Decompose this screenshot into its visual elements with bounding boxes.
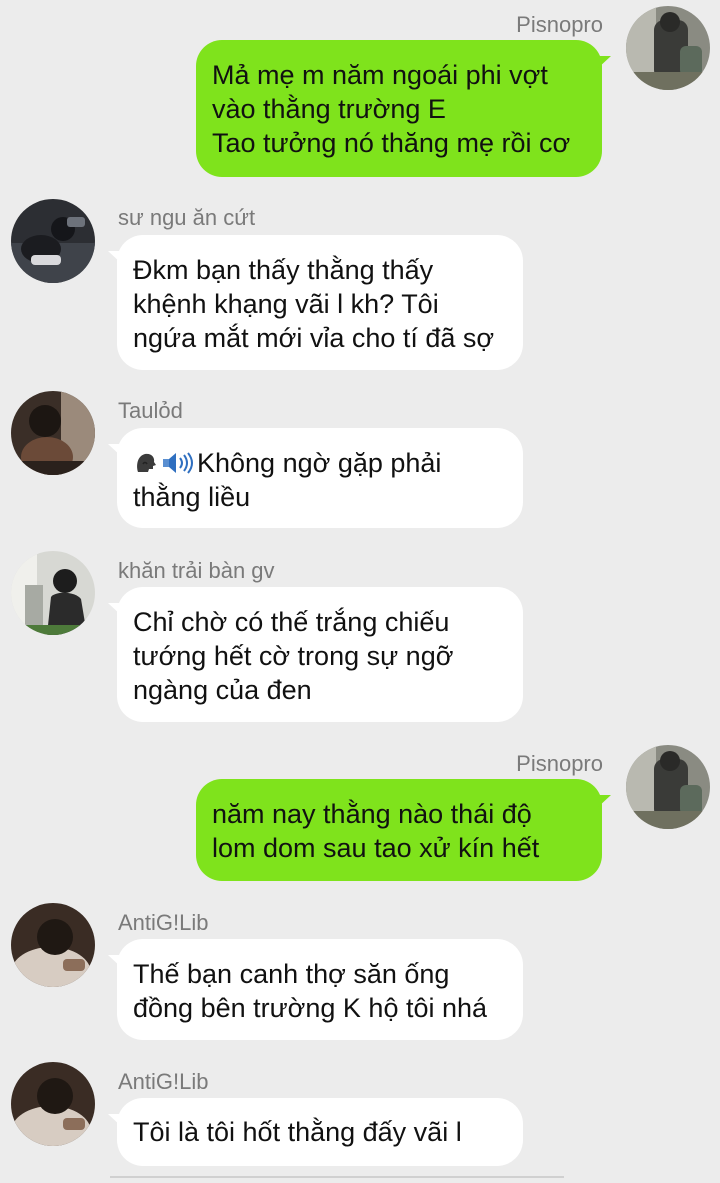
- message-text: Tao tưởng nó thăng mẹ rồi cơ: [212, 128, 571, 158]
- voice-icons: [133, 450, 195, 476]
- avatar-su-ngu-an-cut[interactable]: [11, 199, 95, 283]
- sender-name: sư ngu ăn cứt: [118, 205, 256, 230]
- avatar-antiglib[interactable]: [11, 903, 95, 987]
- message-text: ngàng của đen: [133, 675, 312, 705]
- message-text: Không ngờ gặp phải: [197, 448, 442, 478]
- message-text: Tôi là tôi hốt thằng đấy vãi l: [133, 1117, 462, 1147]
- message-bubble[interactable]: Tôi là tôi hốt thằng đấy vãi l: [108, 1098, 523, 1166]
- avatar-pisnopro[interactable]: [626, 745, 710, 829]
- message-text: khệnh khạng vãi l kh? Tôi: [133, 289, 439, 319]
- avatar-pisnopro[interactable]: [626, 6, 710, 90]
- avatar-antiglib[interactable]: [11, 1062, 95, 1146]
- sender-name: Pisnopro: [516, 751, 603, 776]
- message-bubble[interactable]: năm nay thằng nào thái độ lom dom sau ta…: [196, 779, 611, 881]
- sender-name: AntiG!Lib: [118, 910, 209, 935]
- message-text: tướng hết cờ trong sự ngỡ: [133, 641, 454, 671]
- sender-name: Pisnopro: [516, 12, 603, 37]
- message-text: năm nay thằng nào thái độ: [212, 799, 532, 829]
- message-text: Thế bạn canh thợ săn ống: [133, 959, 450, 989]
- speaker-icon: [163, 452, 193, 474]
- message-text-line: Không ngờ gặp phải: [133, 446, 507, 480]
- message-bubble[interactable]: Đkm bạn thấy thằng thấy khệnh khạng vãi …: [108, 235, 523, 370]
- message-text: đồng bên trường K hộ tôi nhá: [133, 993, 488, 1023]
- message-bubble[interactable]: Mả mẹ m năm ngoái phi vợt vào thằng trườ…: [196, 40, 611, 177]
- message-text: Mả mẹ m năm ngoái phi vợt: [212, 60, 548, 90]
- sender-name: AntiG!Lib: [118, 1069, 209, 1094]
- divider: [110, 1176, 564, 1178]
- message-text: vào thằng trường E: [212, 94, 446, 124]
- avatar-taulod[interactable]: [11, 391, 95, 475]
- message-bubble[interactable]: Chỉ chờ có thế trắng chiếu tướng hết cờ …: [108, 587, 523, 722]
- sender-name: Taulỏd: [118, 398, 183, 423]
- sender-name: khăn trải bàn gv: [118, 558, 275, 583]
- message-text: thằng liều: [133, 482, 251, 512]
- message-text: Chỉ chờ có thế trắng chiếu: [133, 607, 450, 637]
- message-bubble[interactable]: Thế bạn canh thợ săn ống đồng bên trường…: [108, 939, 523, 1040]
- message-bubble[interactable]: Không ngờ gặp phải thằng liều: [108, 428, 523, 528]
- speaking-head-icon: [137, 453, 156, 472]
- avatar-khan-trai-ban-gv[interactable]: [11, 551, 95, 635]
- message-text: lom dom sau tao xử kín hết: [212, 833, 540, 863]
- message-text: Đkm bạn thấy thằng thấy: [133, 255, 434, 285]
- message-text: ngứa mắt mới vỉa cho tí đã sợ: [133, 323, 495, 353]
